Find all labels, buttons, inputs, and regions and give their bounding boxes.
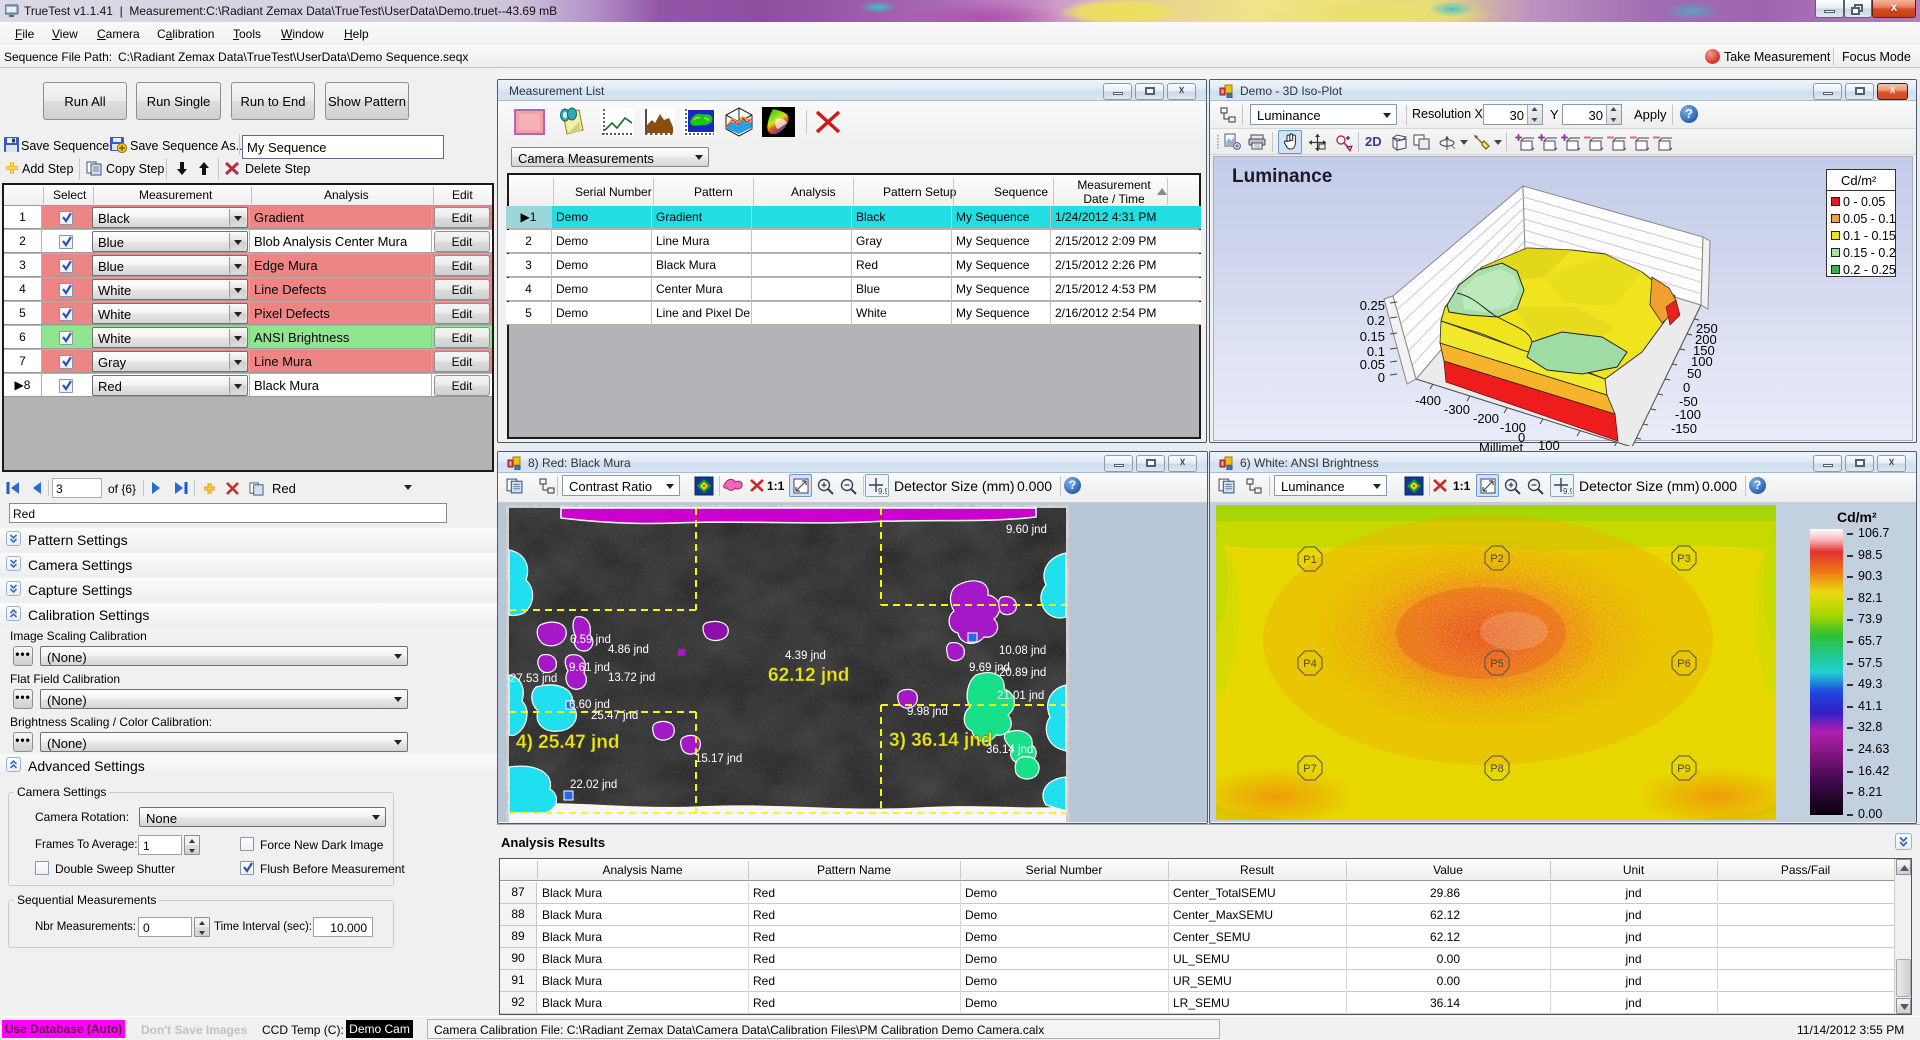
svg-text:9.98 jnd: 9.98 jnd [907, 706, 948, 718]
svg-text:3) 36.14 jnd: 3) 36.14 jnd [889, 730, 993, 751]
svg-text:P4: P4 [1303, 658, 1316, 670]
svg-text:15.17 jnd: 15.17 jnd [695, 753, 742, 765]
svg-text:27.53 jnd: 27.53 jnd [510, 673, 557, 685]
svg-text:P1: P1 [1303, 554, 1316, 566]
svg-text:62.12 jnd: 62.12 jnd [768, 665, 849, 686]
svg-text:9.9: 9.9 [1563, 487, 1572, 495]
svg-text:P2: P2 [1490, 553, 1503, 565]
svg-text:P3: P3 [1677, 553, 1690, 565]
svg-text:P8: P8 [1490, 763, 1503, 775]
svg-text:9.60 jnd: 9.60 jnd [1006, 524, 1047, 536]
svg-text:22.02 jnd: 22.02 jnd [570, 779, 617, 791]
svg-text:4) 25.47 jnd: 4) 25.47 jnd [516, 732, 620, 753]
svg-text:P6: P6 [1677, 658, 1690, 670]
svg-text:9.9: 9.9 [878, 487, 887, 495]
svg-text:P9: P9 [1677, 763, 1690, 775]
svg-text:P5: P5 [1490, 658, 1503, 670]
svg-text:13.72 jnd: 13.72 jnd [608, 672, 655, 684]
svg-text:20.89 jnd: 20.89 jnd [999, 667, 1046, 679]
svg-text:4.86 jnd: 4.86 jnd [608, 644, 649, 656]
svg-text:9.61 jnd: 9.61 jnd [569, 662, 610, 674]
svg-text:10.08 jnd: 10.08 jnd [999, 645, 1046, 657]
svg-text:6.59 jnd: 6.59 jnd [570, 634, 611, 646]
svg-text:P7: P7 [1303, 763, 1316, 775]
svg-text:25.47 jnd: 25.47 jnd [591, 710, 638, 722]
svg-text:21.01 jnd: 21.01 jnd [997, 690, 1044, 702]
svg-text:36.14 jnd: 36.14 jnd [986, 744, 1033, 756]
svg-text:4.39 jnd: 4.39 jnd [785, 650, 826, 662]
